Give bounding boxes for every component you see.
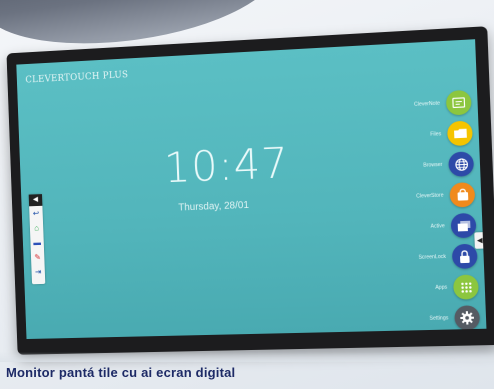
app-label: Active: [430, 223, 445, 230]
folder-icon[interactable]: [446, 120, 473, 147]
gear-icon[interactable]: [454, 305, 481, 331]
globe-icon[interactable]: [448, 151, 475, 177]
app-apps[interactable]: Apps: [374, 273, 479, 302]
brand-label: CLEVERTOUCH PLUS: [25, 70, 129, 86]
floor-reflection: [0, 352, 494, 362]
app-browser[interactable]: Browser: [370, 150, 475, 181]
app-label: Files: [430, 131, 442, 138]
app-label: CleverNote: [413, 100, 441, 108]
windows-icon[interactable]: [450, 212, 477, 239]
lock-icon[interactable]: [451, 243, 478, 270]
home-icon[interactable]: ⌂: [30, 220, 44, 235]
display-bezel: CLEVERTOUCH PLUS 10:47 Thursday, 28/01 ◀…: [6, 26, 494, 355]
app-label: CleverStore: [416, 192, 444, 200]
undo-icon[interactable]: ↩: [29, 206, 43, 221]
apps-grid-icon[interactable]: [452, 274, 479, 300]
app-screenlock[interactable]: ScreenLock: [373, 243, 478, 273]
app-label: Settings: [429, 315, 449, 322]
store-bag-icon[interactable]: [449, 182, 476, 208]
app-label: Browser: [423, 161, 443, 169]
source-icon[interactable]: ⇥: [31, 264, 45, 279]
note-icon[interactable]: [445, 89, 472, 116]
touchscreen[interactable]: CLEVERTOUCH PLUS 10:47 Thursday, 28/01 ◀…: [16, 39, 487, 340]
product-caption: Monitor pantá tile cu ai ecran digital: [6, 365, 236, 380]
app-label: ScreenLock: [418, 253, 447, 261]
app-clevernote[interactable]: CleverNote: [367, 89, 472, 120]
app-files[interactable]: Files: [368, 120, 473, 151]
clock-date: Thursday, 28/01: [178, 199, 250, 214]
side-toolbar: ◀ ↩ ⌂ ▬ ✎ ⇥: [28, 194, 46, 285]
whiteboard-icon[interactable]: ▬: [30, 235, 44, 250]
right-drawer-handle[interactable]: ◀: [474, 232, 486, 249]
pen-icon[interactable]: ✎: [31, 250, 45, 265]
app-label: Apps: [435, 284, 448, 291]
toolbar-collapse-button[interactable]: ◀: [28, 194, 43, 207]
app-cleverstore[interactable]: CleverStore: [371, 181, 476, 211]
app-launcher: CleverNote Files Browser CleverStore Act…: [367, 89, 481, 331]
app-settings[interactable]: Settings: [376, 304, 481, 333]
app-active[interactable]: Active: [372, 212, 477, 242]
clock-time: 10:47: [163, 138, 290, 193]
